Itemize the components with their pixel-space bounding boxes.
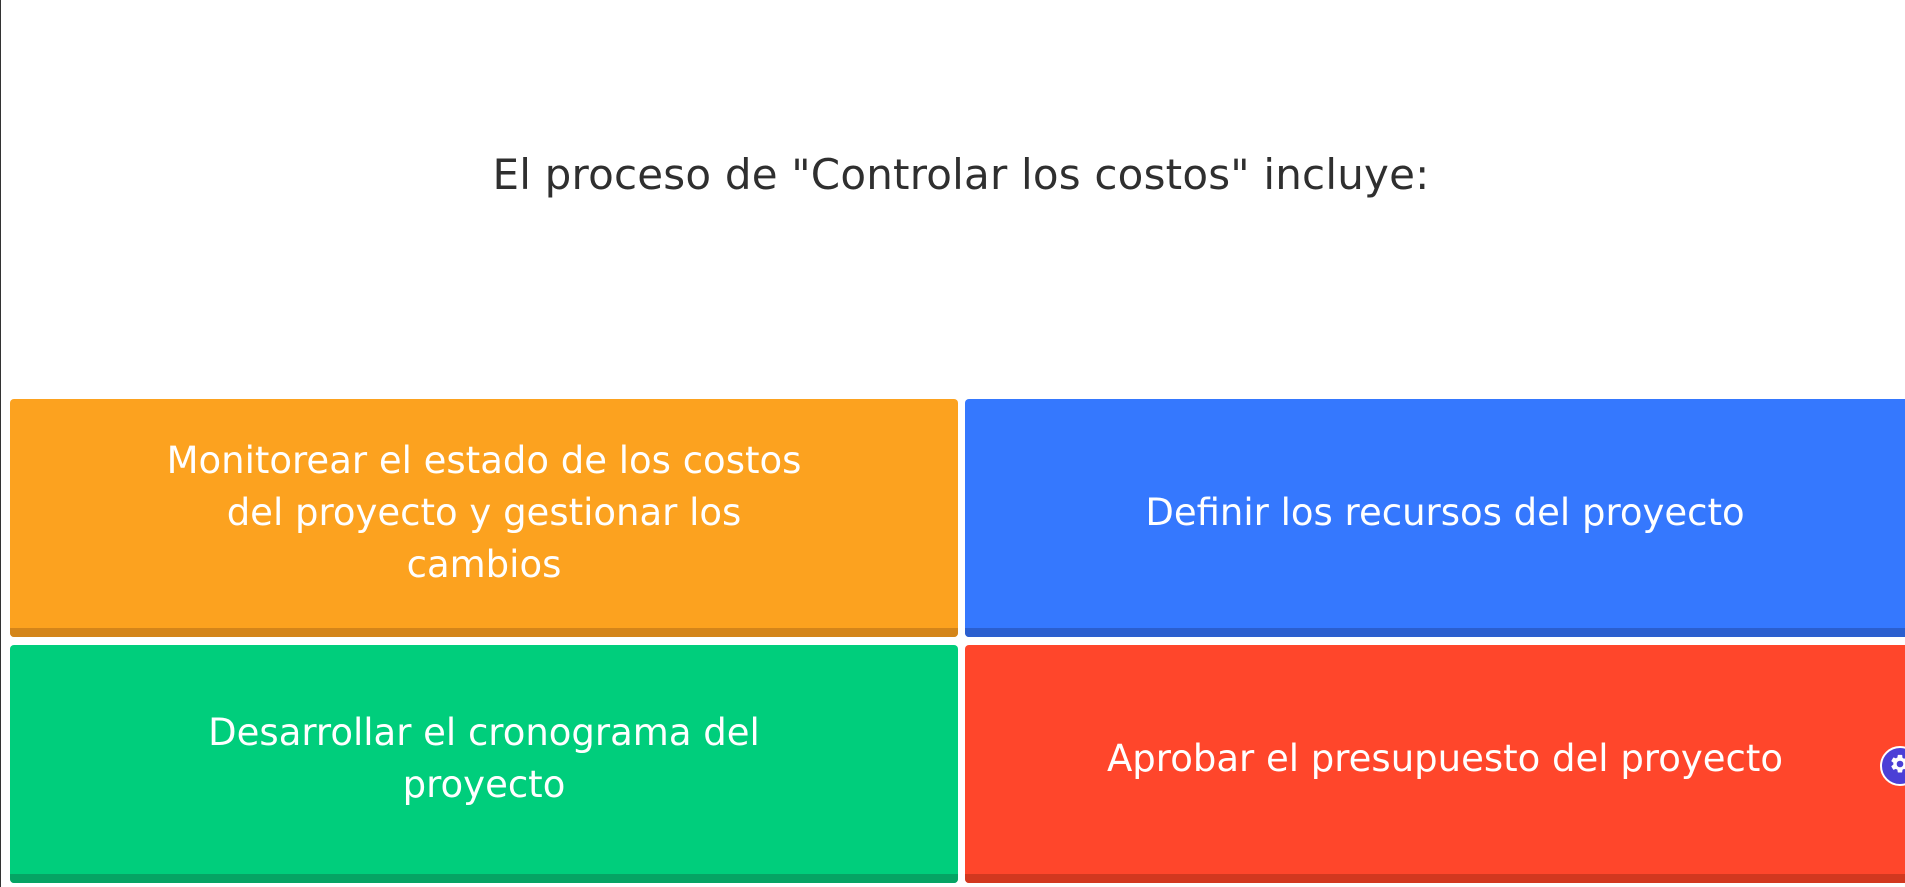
answer-grid: Monitorear el estado de los costos del p…: [10, 399, 1905, 887]
answer-option-1-label: Monitorear el estado de los costos del p…: [166, 439, 802, 586]
quiz-page: El proceso de "Controlar los costos" inc…: [0, 0, 1905, 887]
answer-option-3-shadow: [10, 874, 958, 883]
answer-option-4-shadow: [965, 874, 1905, 883]
gear-icon: [1889, 753, 1905, 779]
answer-option-4[interactable]: Aprobar el presupuesto del proyecto: [965, 645, 1905, 883]
answer-option-4-label: Aprobar el presupuesto del proyecto: [1107, 737, 1783, 780]
answer-option-2[interactable]: Definir los recursos del proyecto: [965, 399, 1905, 637]
answer-option-2-label: Definir los recursos del proyecto: [1145, 491, 1745, 534]
answer-option-1-shadow: [10, 628, 958, 637]
answer-option-3[interactable]: Desarrollar el cronograma del proyecto: [10, 645, 958, 883]
answer-option-3-label: Desarrollar el cronograma del proyecto: [208, 711, 760, 806]
answer-option-2-shadow: [965, 628, 1905, 637]
answer-option-1[interactable]: Monitorear el estado de los costos del p…: [10, 399, 958, 637]
question-text: El proceso de "Controlar los costos" inc…: [492, 150, 1430, 199]
